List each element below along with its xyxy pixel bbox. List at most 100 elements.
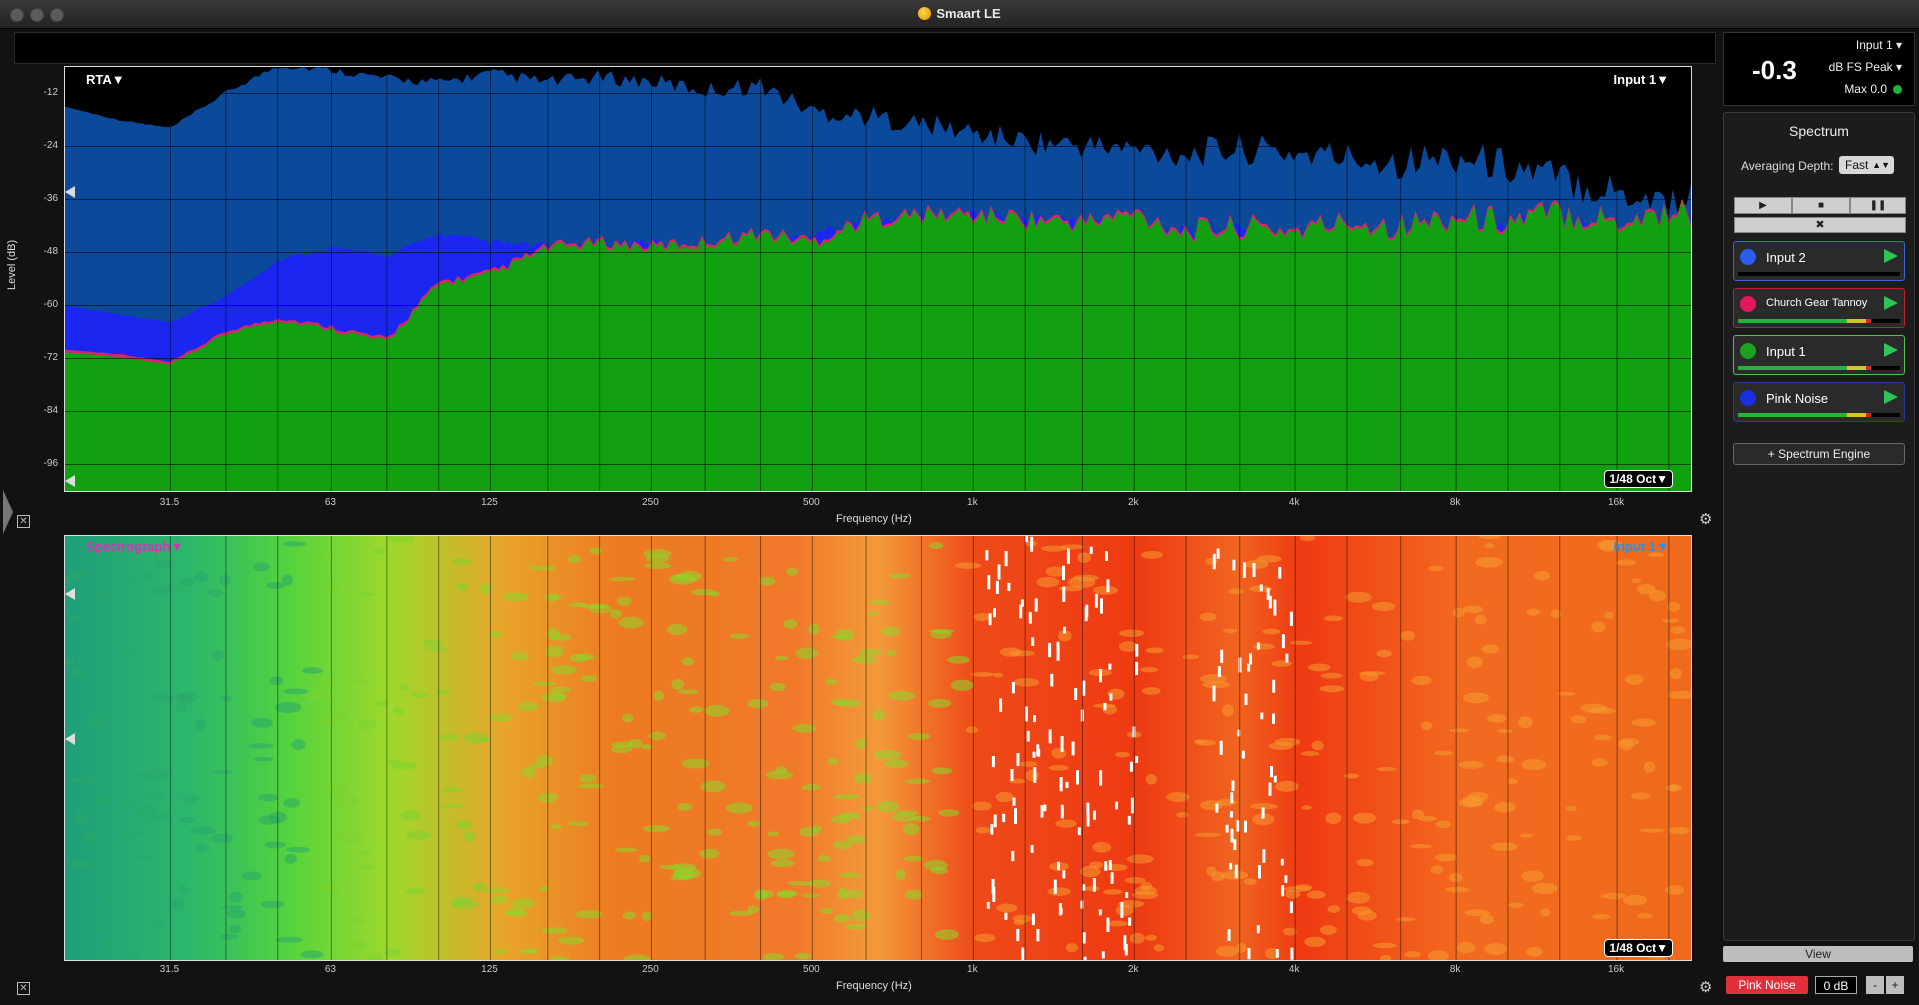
- rta-input-selector[interactable]: Input 1▼: [1614, 72, 1669, 87]
- spectrograph-peak-speckle: [1104, 861, 1108, 871]
- stop-button[interactable]: ■: [1792, 197, 1850, 214]
- tools-button[interactable]: ✖: [1734, 217, 1906, 233]
- rta-lower-range-handle[interactable]: [65, 475, 75, 487]
- rta-close-pane-button[interactable]: ✕: [17, 515, 30, 528]
- spectrograph-peak-speckle: [995, 580, 999, 595]
- spectrograph-peak-speckle: [1105, 551, 1108, 561]
- spectrograph-texture-blob: [1601, 892, 1627, 900]
- spectrum-engine-item[interactable]: Input 2: [1733, 241, 1905, 281]
- spectrograph-texture-blob: [269, 676, 284, 686]
- spectrograph-mode-label[interactable]: Spectrograph▼: [86, 539, 183, 554]
- generator-gain-field[interactable]: 0 dB: [1815, 976, 1857, 994]
- engine-play-icon[interactable]: [1884, 343, 1898, 357]
- spectrograph-texture-blob: [264, 841, 287, 849]
- spectrograph-close-pane-button[interactable]: ✕: [17, 982, 30, 995]
- spectrograph-settings-gear-icon[interactable]: ⚙: [1699, 978, 1712, 996]
- x-tick-label: 250: [642, 964, 659, 975]
- spectrograph-input-selector[interactable]: Input 1▼: [1614, 539, 1669, 554]
- play-button[interactable]: ▶: [1734, 197, 1792, 214]
- engine-color-dot-icon[interactable]: [1740, 390, 1756, 406]
- spectrograph-peak-speckle: [1229, 862, 1233, 870]
- spectrograph-peak-speckle: [1212, 553, 1216, 570]
- pause-button[interactable]: ❚❚: [1850, 197, 1906, 214]
- spectrograph-texture-blob: [463, 831, 475, 843]
- rta-mode-label[interactable]: RTA▼: [86, 72, 125, 87]
- spectrograph-peak-speckle: [1252, 563, 1256, 578]
- meter-input-selector[interactable]: Input 1 ▾: [1856, 38, 1902, 52]
- spectrograph-peak-speckle: [1272, 679, 1276, 693]
- spectrograph-peak-speckle: [1285, 653, 1289, 663]
- spectrum-engine-item[interactable]: Pink Noise: [1733, 382, 1905, 422]
- rta-settings-gear-icon[interactable]: ⚙: [1699, 510, 1712, 528]
- spectrograph-texture-blob: [947, 655, 970, 664]
- pause-icon: ❚❚: [1869, 200, 1887, 211]
- rta-resolution-selector[interactable]: 1/48 Oct▼: [1604, 470, 1673, 488]
- spectrograph-texture-blob: [1430, 865, 1444, 874]
- spectrograph-texture-blob: [1445, 886, 1470, 893]
- gain-decrease-button[interactable]: -: [1866, 976, 1884, 994]
- spectrograph-texture-blob: [1325, 812, 1342, 825]
- spectrograph-lower-range-handle[interactable]: [65, 733, 75, 745]
- sidebar-toggle-tab[interactable]: [3, 490, 13, 534]
- spectrum-engine-item[interactable]: Input 1: [1733, 335, 1905, 375]
- spectrograph-texture-blob: [1428, 565, 1444, 572]
- gain-increase-button[interactable]: +: [1886, 976, 1904, 994]
- spectrograph-peak-speckle: [1231, 780, 1235, 792]
- spectrograph-texture-blob: [1222, 704, 1234, 717]
- spectrograph-texture-blob: [357, 719, 378, 730]
- spectrograph-peak-speckle: [1076, 770, 1079, 785]
- spectrograph-texture-blob: [627, 738, 644, 749]
- spectrograph-texture-blob: [1625, 674, 1644, 685]
- spectrograph-texture-blob: [1483, 543, 1495, 549]
- engine-play-icon[interactable]: [1884, 296, 1898, 310]
- spectrograph-resolution-selector[interactable]: 1/48 Oct▼: [1604, 939, 1673, 957]
- spectrograph-texture-blob: [435, 689, 450, 695]
- spectrograph-peak-speckle: [1094, 593, 1098, 608]
- spectrum-engine-item[interactable]: Church Gear Tannoy: [1733, 288, 1905, 328]
- spectrograph-texture-blob: [574, 910, 603, 919]
- spectrograph-texture-blob: [135, 805, 156, 816]
- spectrograph-peak-speckle: [990, 824, 994, 835]
- spectrograph-texture-blob: [1220, 870, 1248, 880]
- add-spectrum-engine-button[interactable]: + Spectrum Engine: [1733, 443, 1905, 465]
- spectrograph-texture-blob: [786, 567, 799, 576]
- engine-play-icon[interactable]: [1884, 249, 1898, 263]
- spectrograph-plot[interactable]: Spectrograph▼ Input 1▼ 1/48 Oct▼: [64, 535, 1692, 961]
- spectrograph-peak-speckle: [1080, 900, 1084, 909]
- engine-color-dot-icon[interactable]: [1740, 249, 1756, 265]
- spectrograph-texture-blob: [1631, 792, 1651, 800]
- rta-upper-range-handle[interactable]: [65, 186, 75, 198]
- spectrograph-texture-blob: [567, 554, 581, 564]
- engine-color-dot-icon[interactable]: [1740, 296, 1756, 312]
- view-button[interactable]: View: [1723, 946, 1913, 962]
- spectrograph-texture-blob: [1195, 739, 1216, 746]
- spectrograph-peak-speckle: [1244, 693, 1248, 705]
- spectrograph-texture-blob: [1521, 870, 1544, 882]
- spectrograph-x-axis-title: Frequency (Hz): [836, 980, 912, 992]
- spectrograph-texture-blob: [450, 896, 473, 905]
- spectrograph-texture-blob: [622, 911, 637, 920]
- spectrograph-texture-blob: [1466, 656, 1483, 669]
- rta-plot[interactable]: RTA▼ Input 1▼ 1/48 Oct▼: [64, 66, 1692, 492]
- spectrograph-peak-speckle: [1124, 943, 1128, 956]
- engine-color-dot-icon[interactable]: [1740, 343, 1756, 359]
- pink-noise-generator-button[interactable]: Pink Noise: [1726, 976, 1808, 994]
- meter-input-label: Input 1: [1855, 38, 1893, 52]
- chevron-down-icon: ▲▼: [1872, 160, 1890, 170]
- spectrograph-texture-blob: [194, 570, 209, 583]
- spectrograph-peak-speckle: [1019, 604, 1023, 619]
- spectrograph-peak-speckle: [992, 886, 996, 903]
- spectrograph-texture-blob: [1106, 920, 1128, 927]
- spectrograph-peak-speckle: [1260, 712, 1264, 720]
- spectrograph-texture-blob: [1301, 805, 1312, 810]
- spectrograph-texture-blob: [671, 678, 685, 691]
- spectrograph-texture-blob: [275, 936, 304, 943]
- spectrograph-upper-range-handle[interactable]: [65, 588, 75, 600]
- engine-play-icon[interactable]: [1884, 390, 1898, 404]
- meter-unit-selector[interactable]: dB FS Peak ▾: [1829, 60, 1902, 74]
- x-tick-label: 31.5: [159, 497, 180, 508]
- spectrograph-peak-speckle: [988, 613, 992, 626]
- averaging-depth-select[interactable]: Fast ▲▼: [1839, 156, 1894, 174]
- x-tick-label: 125: [481, 497, 498, 508]
- x-tick-label: 1k: [967, 497, 978, 508]
